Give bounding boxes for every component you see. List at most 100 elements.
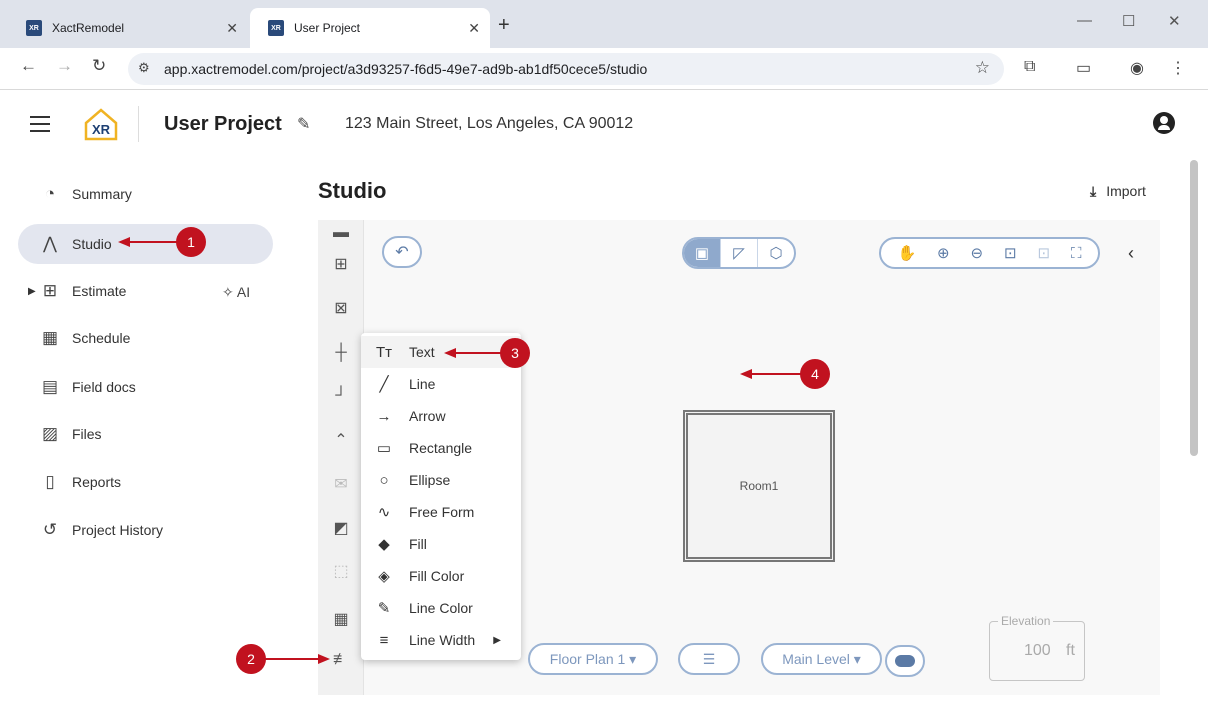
ai-button[interactable]: ✧ AI xyxy=(222,284,250,301)
level-dropdown[interactable]: Main Level ▾ xyxy=(761,643,882,675)
calculator-tool-icon[interactable]: ▦ xyxy=(326,606,356,632)
clipboard-icon: ▤ xyxy=(41,377,59,396)
close-window-icon[interactable]: ✕ xyxy=(1168,12,1181,30)
zoom-fit-icon[interactable]: ⊡ xyxy=(1004,244,1017,262)
account-icon[interactable] xyxy=(1153,112,1175,134)
sidebar-item-studio[interactable]: ⋀ Studio xyxy=(18,224,273,264)
hamburger-menu-icon[interactable] xyxy=(30,116,50,137)
menu-item-arrow[interactable]: → Arrow xyxy=(361,400,521,432)
minimize-icon[interactable]: — xyxy=(1077,12,1092,29)
menu-item-line[interactable]: ╱ Line xyxy=(361,368,521,400)
header-divider xyxy=(138,106,139,142)
sidebar-item-label: Project History xyxy=(72,522,164,538)
menu-item-label: Fill Color xyxy=(409,568,465,584)
menu-item-free-form[interactable]: ∿ Free Form xyxy=(361,496,521,528)
sidebar-item-label: Schedule xyxy=(72,330,131,346)
reload-icon[interactable]: ↻ xyxy=(92,56,106,76)
sidebar-item-label: Reports xyxy=(72,474,122,490)
browser-tab-user-project[interactable]: XR User Project ✕ xyxy=(250,8,490,48)
sidebar-item-reports[interactable]: ▯ Reports xyxy=(18,462,273,502)
zoom-selection-icon[interactable]: ⊡ xyxy=(1038,244,1051,262)
sliders-icon: ☰ xyxy=(702,650,716,667)
close-tab-icon[interactable]: ✕ xyxy=(468,20,480,37)
ai-label: AI xyxy=(236,284,251,300)
browser-menu-icon[interactable]: ⋮ xyxy=(1170,58,1186,78)
rectangle-icon: ▭ xyxy=(376,440,392,457)
tab-search-icon[interactable]: ▭ xyxy=(1076,58,1091,78)
menu-item-fill[interactable]: ◆ Fill xyxy=(361,528,521,560)
menu-item-ellipse[interactable]: ○ Ellipse xyxy=(361,464,521,496)
zoom-in-icon[interactable]: ⊕ xyxy=(937,244,950,262)
settings-sliders-button[interactable]: ☰ xyxy=(678,643,740,675)
profile-icon[interactable]: ◉ xyxy=(1130,58,1144,78)
callout-3-arrow xyxy=(454,352,502,354)
shapes-tool-icon[interactable]: ◩ xyxy=(326,515,356,541)
browser-tab-xactremodel[interactable]: XR XactRemodel ✕ xyxy=(8,8,248,48)
window-tool-icon[interactable]: ⊞ xyxy=(326,251,356,277)
3d-view-icon[interactable]: ⬡ xyxy=(758,239,794,267)
menu-item-fill-color[interactable]: ◈ Fill Color xyxy=(361,560,521,592)
line-width-icon: ≡ xyxy=(379,631,389,649)
delete-object-tool-icon[interactable]: ⊠ xyxy=(326,295,356,321)
wall-tool-icon[interactable]: ▬ xyxy=(326,220,356,246)
sidebar-item-project-history[interactable]: ↺ Project History xyxy=(18,510,273,550)
sidebar-item-label: Files xyxy=(72,426,102,442)
collapse-panel-chevron-icon[interactable]: ‹ xyxy=(1128,243,1134,264)
url-text: app.xactremodel.com/project/a3d93257-f6d… xyxy=(164,61,648,77)
sidebar-item-label: Field docs xyxy=(72,379,136,395)
pan-hand-icon[interactable]: ✋ xyxy=(897,244,916,262)
room-shape[interactable]: Room1 xyxy=(683,410,835,562)
callout-2-badge: 2 xyxy=(236,644,266,674)
close-tab-icon[interactable]: ✕ xyxy=(226,20,238,37)
menu-item-rectangle[interactable]: ▭ Rectangle xyxy=(361,432,521,464)
menu-item-label: Fill xyxy=(409,536,427,552)
sidebar-item-schedule[interactable]: ▦ Schedule xyxy=(18,318,273,358)
arrow-icon: → xyxy=(376,407,392,425)
annotation-menu: Tт Text ╱ Line → Arrow ▭ Rectangle ○ Ell… xyxy=(361,333,521,660)
stair-tool-icon[interactable]: ┘ xyxy=(326,383,356,409)
elevation-view-icon[interactable]: ◸ xyxy=(721,239,758,267)
select-area-tool-icon[interactable]: ⬚ xyxy=(326,558,356,584)
split-tool-icon[interactable]: ┼ xyxy=(326,340,356,366)
edit-pencil-icon[interactable]: ✎ xyxy=(297,114,310,134)
roof-tool-icon[interactable]: ⌃ xyxy=(326,427,356,453)
site-settings-icon[interactable]: ⚙ xyxy=(138,60,150,76)
undo-button[interactable]: ↶ xyxy=(382,236,422,268)
xr-favicon-icon: XR xyxy=(26,20,42,36)
xr-favicon-icon: XR xyxy=(268,20,284,36)
floor-plan-view-icon[interactable]: ▣ xyxy=(684,239,721,267)
sidebar-item-files[interactable]: ▨ Files xyxy=(18,414,273,454)
cloud-upload-button[interactable] xyxy=(885,645,925,677)
menu-item-label: Free Form xyxy=(409,504,475,520)
import-label: Import xyxy=(1106,183,1146,199)
sidebar-item-field-docs[interactable]: ▤ Field docs xyxy=(18,367,273,407)
bookmark-star-icon[interactable]: ☆ xyxy=(975,58,990,78)
maximize-icon[interactable]: ☐ xyxy=(1122,12,1135,30)
new-tab-icon[interactable]: + xyxy=(498,14,510,37)
tool-strip: ▬ ⊞ ⊠ ┼ ┘ ⌃ ✉ ◩ ⬚ ▦ ≢ xyxy=(318,220,364,695)
zoom-out-icon[interactable]: ⊖ xyxy=(971,244,984,262)
menu-item-line-width[interactable]: ≡ Line Width ▶ xyxy=(361,624,521,656)
page-scrollbar[interactable] xyxy=(1190,160,1198,456)
menu-item-label: Line Color xyxy=(409,600,473,616)
envelope-tool-icon[interactable]: ✉ xyxy=(326,471,356,497)
download-icon: ⤓ xyxy=(1090,183,1097,199)
import-button[interactable]: ⤓ Import xyxy=(1090,183,1146,200)
photo-library-icon: ▨ xyxy=(41,424,59,443)
forward-icon[interactable]: → xyxy=(56,56,73,76)
back-icon[interactable]: ← xyxy=(20,56,37,76)
floor-plan-dropdown[interactable]: Floor Plan 1 ▾ xyxy=(528,643,658,675)
sidebar-item-label: Estimate xyxy=(72,283,127,299)
annotate-tool-icon[interactable]: ≢ xyxy=(326,647,356,673)
sidebar-item-summary[interactable]: ◔ Summary xyxy=(18,174,273,214)
callout-4-arrow xyxy=(750,373,802,375)
elevation-field[interactable]: Elevation 100 ft xyxy=(989,614,1085,681)
project-address: 123 Main Street, Los Angeles, CA 90012 xyxy=(345,115,634,132)
room-label: Room1 xyxy=(739,479,779,493)
address-bar[interactable]: ⚙ app.xactremodel.com/project/a3d93257-f… xyxy=(128,53,1004,85)
callout-2-arrowhead xyxy=(318,654,330,664)
menu-item-line-color[interactable]: ✎ Line Color xyxy=(361,592,521,624)
extensions-icon[interactable]: ⧉ xyxy=(1024,58,1035,76)
fullscreen-icon[interactable]: ⛶ xyxy=(1071,245,1082,262)
svg-text:XR: XR xyxy=(92,122,111,137)
